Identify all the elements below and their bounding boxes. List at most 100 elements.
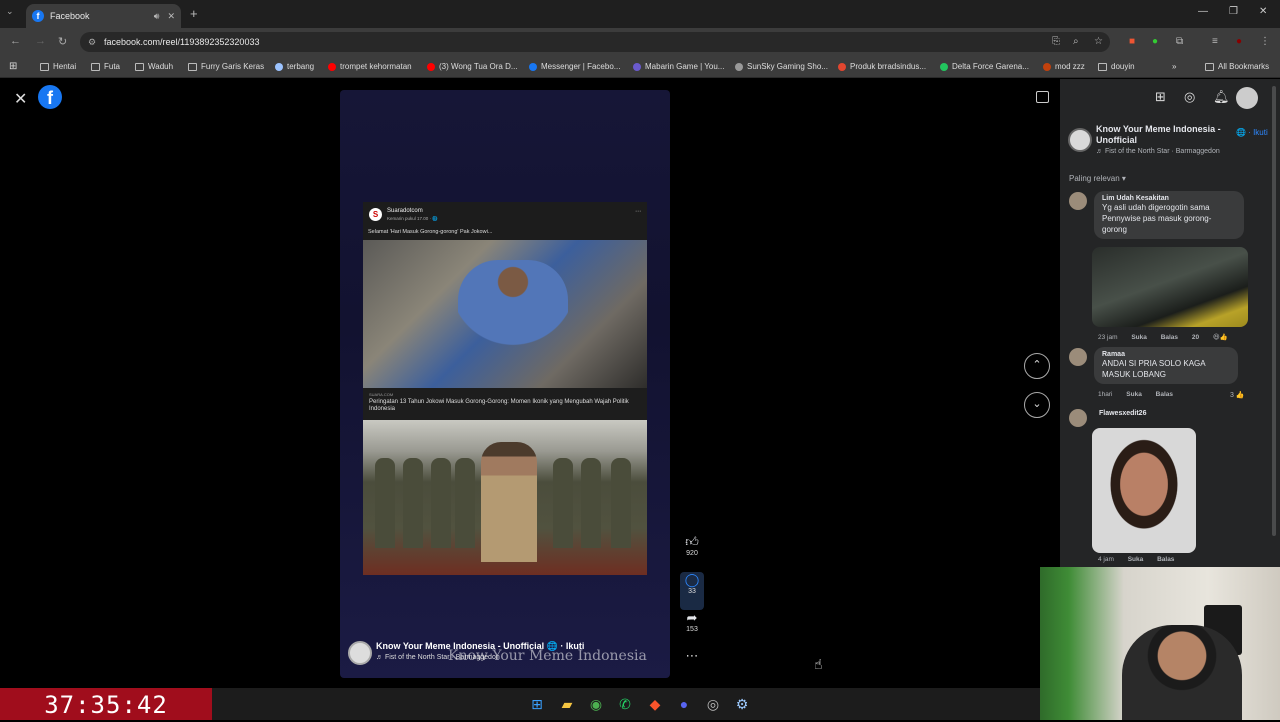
post-time: Kemarin pukul 17.00 · 🌐: [387, 216, 438, 221]
file-explorer-icon[interactable]: ▰: [557, 694, 577, 714]
like-comment-link[interactable]: Suka: [1128, 556, 1144, 563]
extensions-puzzle-icon[interactable]: ⧉: [1176, 36, 1183, 47]
like-comment-link[interactable]: Suka: [1126, 391, 1142, 398]
expand-panel-icon[interactable]: [1036, 91, 1049, 103]
like-comment-link[interactable]: Suka: [1131, 334, 1147, 341]
facebook-logo-icon[interactable]: f: [38, 85, 62, 109]
back-icon[interactable]: ←: [10, 35, 21, 47]
comment-author[interactable]: Ramaa: [1102, 351, 1230, 358]
song-link[interactable]: ♬ Fist of the North Star · Barmaggedon: [1096, 148, 1220, 155]
discord-icon[interactable]: ●: [674, 694, 694, 714]
like-button[interactable]: 👍︎ 920: [680, 534, 704, 572]
panel-scrollbar[interactable]: [1272, 86, 1276, 536]
whatsapp-icon[interactable]: ✆: [615, 694, 635, 714]
commenter-avatar[interactable]: [1069, 348, 1087, 366]
bookmark-label: Delta Force Garena...: [952, 62, 1029, 71]
comment-author[interactable]: Lim Udah Kesakitan: [1102, 195, 1236, 202]
page-name[interactable]: Know Your Meme Indonesia - Unofficial: [1096, 124, 1236, 146]
soldier-figure: [455, 458, 475, 548]
reel-footer: Know Your Meme Indonesia - Unofficial 🌐 …: [348, 638, 668, 668]
new-tab-button[interactable]: +: [190, 6, 198, 21]
address-bar: ← → ↻ ⚙︎ facebook.com/reel/1193892352320…: [0, 28, 1280, 56]
comment-image[interactable]: [1092, 428, 1196, 553]
apps-grid-icon[interactable]: ⊞: [9, 61, 17, 72]
facebook-favicon-icon: f: [32, 10, 44, 22]
post-source: Suaradotcom: [387, 208, 423, 214]
bookmark-item[interactable]: trompet kehormatan: [328, 62, 412, 71]
folder-icon: [1098, 62, 1107, 71]
account-avatar[interactable]: [1236, 87, 1258, 109]
bookmark-item[interactable]: (3) Wong Tua Ora D...: [427, 62, 518, 71]
all-bookmarks[interactable]: All Bookmarks: [1205, 62, 1269, 71]
folder-icon: [40, 62, 49, 71]
page-avatar[interactable]: [1068, 128, 1092, 152]
bookmark-label: SunSky Gaming Sho...: [747, 62, 828, 71]
bookmark-item[interactable]: SunSky Gaming Sho...: [735, 62, 828, 71]
bookmark-item[interactable]: Furry Garis Keras: [188, 62, 264, 71]
bookmark-item[interactable]: Mabarin Game | You...: [633, 62, 724, 71]
bookmark-item[interactable]: mod zzz: [1043, 62, 1085, 71]
bookmark-item[interactable]: Waduh: [135, 62, 173, 71]
steam-icon[interactable]: ⚙︎: [732, 694, 752, 714]
comment-image[interactable]: [1092, 247, 1248, 327]
media-icon[interactable]: ≡: [1212, 36, 1218, 47]
commenter-avatar[interactable]: [1069, 192, 1087, 210]
bookmark-item[interactable]: Delta Force Garena...: [940, 62, 1029, 71]
zoom-icon[interactable]: ⌕: [1073, 36, 1079, 47]
soldier-figure: [581, 458, 601, 548]
tab-search-icon[interactable]: ⌄: [6, 6, 20, 20]
close-tab-icon[interactable]: ✕: [167, 11, 175, 22]
forward-icon[interactable]: →: [35, 35, 46, 47]
reply-link[interactable]: Balas: [1157, 556, 1174, 563]
share-button[interactable]: ➦ 153: [680, 610, 704, 648]
reaction-count[interactable]: 20 😆👍: [1192, 334, 1228, 341]
bookmark-item[interactable]: Produk brradsindus...: [838, 62, 926, 71]
bookmark-item[interactable]: Futa: [91, 62, 120, 71]
next-reel-button[interactable]: ⌄: [1024, 392, 1050, 418]
bookmark-item[interactable]: douyin: [1098, 62, 1135, 71]
comment-author[interactable]: Flawesxedit26: [1099, 410, 1146, 417]
profile-icon[interactable]: ●: [1236, 36, 1242, 47]
reel-actions: 👍︎ 920 ◯ 33 ➦ 153 ⋯: [680, 534, 704, 664]
previous-reel-button[interactable]: ⌃: [1024, 353, 1050, 379]
speaker-icon[interactable]: 🔊︎: [154, 11, 160, 22]
bookmark-item[interactable]: Messenger | Facebo...: [529, 62, 620, 71]
bookmark-item[interactable]: Hentai: [40, 62, 76, 71]
install-icon[interactable]: ⎘: [1052, 36, 1060, 47]
bookmark-item[interactable]: terbang: [275, 62, 314, 71]
extension-icon[interactable]: ■: [1129, 36, 1135, 47]
minimize-icon[interactable]: —: [1198, 6, 1208, 17]
folder-icon: [1205, 62, 1214, 71]
chrome-icon[interactable]: ◉: [586, 694, 606, 714]
close-icon[interactable]: ✕: [14, 89, 27, 109]
extension-green-icon[interactable]: ●: [1152, 36, 1158, 47]
more-options-button[interactable]: ⋯: [680, 648, 704, 664]
url-field[interactable]: ⚙︎ facebook.com/reel/1193892352320033: [80, 32, 1110, 52]
site-info-icon[interactable]: ⚙︎: [88, 32, 96, 52]
messenger-icon[interactable]: ◎: [1184, 89, 1195, 105]
reaction-count[interactable]: 3 👍: [1230, 391, 1245, 399]
reload-icon[interactable]: ↻: [58, 35, 67, 48]
sort-dropdown[interactable]: Paling relevan ▾: [1069, 174, 1126, 183]
reply-link[interactable]: Balas: [1156, 391, 1173, 398]
menu-grid-icon[interactable]: ⊞: [1155, 89, 1166, 105]
tab-facebook[interactable]: f Facebook 🔊︎ ✕: [26, 4, 181, 28]
comment-text: ANDAI SI PRIA SOLO KAGA MASUK LOBANG: [1102, 359, 1206, 379]
more-bookmarks-icon[interactable]: »: [1172, 62, 1176, 71]
menu-icon[interactable]: ⋮: [1260, 36, 1270, 47]
close-window-icon[interactable]: ✕: [1259, 6, 1267, 17]
windows-start-icon[interactable]: ⊞: [527, 694, 547, 714]
reel-video[interactable]: S Suaradotcom Kemarin pukul 17.00 · 🌐 ⋯ …: [340, 90, 670, 678]
page-avatar[interactable]: [348, 641, 372, 665]
comment-button[interactable]: ◯ 33: [680, 572, 704, 610]
comment-text: Yg asli udah digerogotin sama Pennywise …: [1102, 203, 1212, 234]
commenter-avatar[interactable]: [1069, 409, 1087, 427]
reply-link[interactable]: Balas: [1161, 334, 1178, 341]
star-icon[interactable]: ☆: [1094, 36, 1103, 47]
site-icon: [1043, 62, 1051, 71]
follow-link[interactable]: 🌐 · Ikuti: [1236, 128, 1268, 137]
obs-icon[interactable]: ◎: [703, 694, 723, 714]
restore-icon[interactable]: ❐: [1229, 6, 1238, 17]
notifications-bell-icon[interactable]: 🔔︎: [1213, 89, 1230, 105]
brave-icon[interactable]: ◆: [645, 694, 665, 714]
